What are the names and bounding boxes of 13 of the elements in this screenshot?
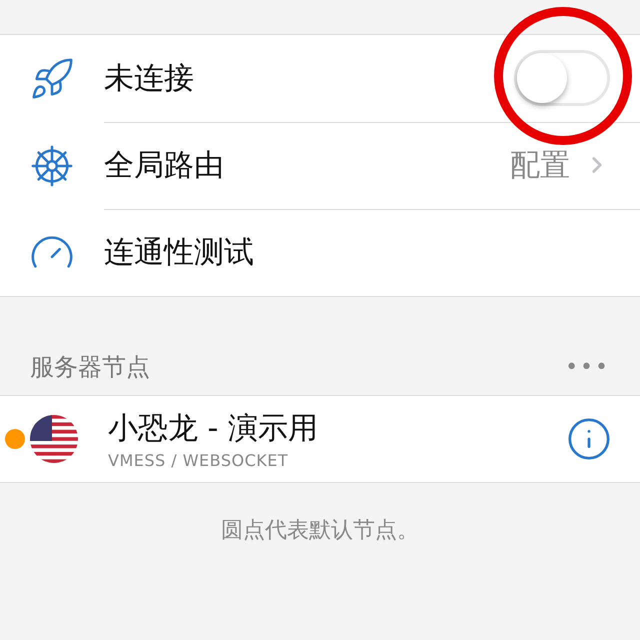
section-header: 服务器节点 <box>30 352 150 383</box>
ship-wheel-icon <box>29 142 75 188</box>
server-protocol: VMESS / WEBSOCKET <box>108 451 290 470</box>
setting-label: 未连接 <box>104 60 195 98</box>
toggle-switch[interactable] <box>514 50 610 106</box>
footer-note: 圆点代表默认节点。 <box>221 518 419 543</box>
server-name: 小恐龙 - 演示用 <box>108 410 319 448</box>
setting-label: 全局路由 <box>104 146 225 184</box>
setting-label: 连通性测试 <box>104 234 255 272</box>
more-button[interactable]: ••• <box>565 354 610 380</box>
setting-value: 配置 <box>510 146 570 184</box>
info-icon[interactable] <box>566 416 612 462</box>
flag-icon <box>30 415 78 463</box>
